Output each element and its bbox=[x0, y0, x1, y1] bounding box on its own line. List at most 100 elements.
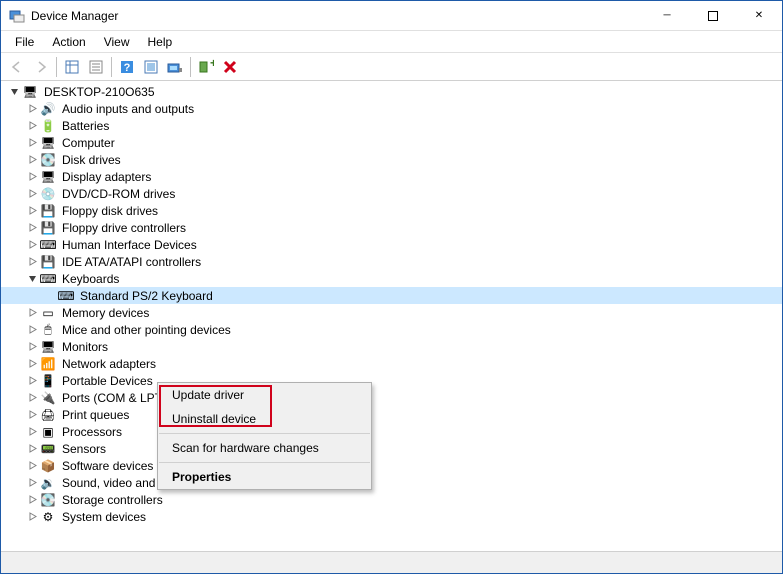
ctx-separator bbox=[159, 433, 370, 434]
expand-icon[interactable] bbox=[25, 152, 40, 167]
maximize-button[interactable] bbox=[690, 1, 736, 30]
ports-icon: 🔌 bbox=[40, 390, 56, 406]
computer-icon: 🖥 bbox=[40, 135, 56, 151]
ctx-scan-hardware[interactable]: Scan for hardware changes bbox=[158, 436, 371, 460]
device-category[interactable]: 🖥Computer bbox=[1, 134, 782, 151]
expand-icon[interactable] bbox=[25, 118, 40, 133]
expand-icon[interactable] bbox=[25, 101, 40, 116]
device-category[interactable]: 🖥Display adapters bbox=[1, 168, 782, 185]
back-button[interactable] bbox=[5, 55, 29, 79]
collapse-icon[interactable] bbox=[7, 84, 22, 99]
device-item[interactable]: ⌨Standard PS/2 Keyboard bbox=[1, 287, 782, 304]
node-label: DESKTOP-210O635 bbox=[42, 85, 157, 99]
window-controls: ─ ✕ bbox=[644, 1, 782, 30]
device-category[interactable]: 🖨Print queues bbox=[1, 406, 782, 423]
device-category[interactable]: 📟Sensors bbox=[1, 440, 782, 457]
device-category[interactable]: 💽Storage controllers bbox=[1, 491, 782, 508]
expand-icon[interactable] bbox=[25, 424, 40, 439]
ctx-update-driver[interactable]: Update driver bbox=[158, 383, 371, 407]
collapse-icon[interactable] bbox=[25, 271, 40, 286]
expand-icon[interactable] bbox=[25, 203, 40, 218]
node-label: Network adapters bbox=[60, 357, 158, 371]
device-category[interactable]: 🖥DESKTOP-210O635 bbox=[1, 83, 782, 100]
device-category[interactable]: ▣Processors bbox=[1, 423, 782, 440]
expand-icon[interactable] bbox=[25, 492, 40, 507]
device-category[interactable]: ⌨ Human Interface Devices bbox=[1, 236, 782, 253]
expand-icon[interactable] bbox=[25, 356, 40, 371]
node-label: Keyboards bbox=[60, 272, 121, 286]
node-label: Human Interface Devices bbox=[60, 238, 199, 252]
expand-icon[interactable] bbox=[25, 220, 40, 235]
node-label: Processors bbox=[60, 425, 124, 439]
expand-icon[interactable] bbox=[25, 407, 40, 422]
portable-icon: 📱 bbox=[40, 373, 56, 389]
hid-icon: ⌨ bbox=[40, 237, 56, 253]
expand-icon[interactable] bbox=[25, 169, 40, 184]
expand-icon[interactable] bbox=[25, 458, 40, 473]
device-category[interactable]: 💾Floppy drive controllers bbox=[1, 219, 782, 236]
device-category[interactable]: ⚙System devices bbox=[1, 508, 782, 525]
keyboard-icon: ⌨ bbox=[58, 288, 74, 304]
system-icon: ⚙ bbox=[40, 509, 56, 525]
storage-icon: 💽 bbox=[40, 492, 56, 508]
toolbar-separator bbox=[190, 57, 191, 77]
svg-text:+: + bbox=[210, 59, 214, 70]
menu-action[interactable]: Action bbox=[44, 34, 93, 50]
device-category[interactable]: 📶 Network adapters bbox=[1, 355, 782, 372]
close-button[interactable]: ✕ bbox=[736, 1, 782, 30]
device-category[interactable]: 🔉Sound, video and game controllers bbox=[1, 474, 782, 491]
device-category[interactable]: 🔊Audio inputs and outputs bbox=[1, 100, 782, 117]
toolbar: ? + bbox=[1, 53, 782, 81]
uninstall-button[interactable] bbox=[218, 55, 242, 79]
battery-icon: 🔋 bbox=[40, 118, 56, 134]
menu-help[interactable]: Help bbox=[140, 34, 181, 50]
expand-icon[interactable] bbox=[25, 475, 40, 490]
node-label: Display adapters bbox=[60, 170, 153, 184]
disk-icon: 💽 bbox=[40, 152, 56, 168]
device-category[interactable]: 🖱Mice and other pointing devices bbox=[1, 321, 782, 338]
expand-icon[interactable] bbox=[25, 339, 40, 354]
device-category[interactable]: ▭Memory devices bbox=[1, 304, 782, 321]
node-label: Floppy disk drives bbox=[60, 204, 160, 218]
scan-hardware-button[interactable] bbox=[163, 55, 187, 79]
menu-view[interactable]: View bbox=[96, 34, 138, 50]
device-category[interactable]: 🔋Batteries bbox=[1, 117, 782, 134]
toolbar-separator bbox=[56, 57, 57, 77]
expand-icon[interactable] bbox=[25, 305, 40, 320]
update-driver-button[interactable] bbox=[139, 55, 163, 79]
add-legacy-button[interactable]: + bbox=[194, 55, 218, 79]
device-category[interactable]: 💾Floppy disk drives bbox=[1, 202, 782, 219]
expand-icon[interactable] bbox=[25, 186, 40, 201]
node-label: Floppy drive controllers bbox=[60, 221, 188, 235]
device-category[interactable]: 💿DVD/CD-ROM drives bbox=[1, 185, 782, 202]
device-category[interactable]: 💽Disk drives bbox=[1, 151, 782, 168]
expand-icon[interactable] bbox=[25, 135, 40, 150]
expand-icon[interactable] bbox=[25, 373, 40, 388]
menu-file[interactable]: File bbox=[7, 34, 42, 50]
expand-icon[interactable] bbox=[25, 254, 40, 269]
help-button[interactable]: ? bbox=[115, 55, 139, 79]
device-tree[interactable]: 🖥DESKTOP-210O635🔊Audio inputs and output… bbox=[1, 81, 782, 551]
expand-icon[interactable] bbox=[25, 237, 40, 252]
network-icon: 📶 bbox=[40, 356, 56, 372]
audio-icon: 🔊 bbox=[40, 101, 56, 117]
expand-icon[interactable] bbox=[25, 509, 40, 524]
device-category[interactable]: 🔌Ports (COM & LPT) bbox=[1, 389, 782, 406]
device-category[interactable]: 📦Software devices bbox=[1, 457, 782, 474]
ide-icon: 💾 bbox=[40, 254, 56, 270]
expand-icon[interactable] bbox=[25, 441, 40, 456]
properties-button[interactable] bbox=[84, 55, 108, 79]
svg-text:?: ? bbox=[124, 62, 131, 74]
ctx-properties[interactable]: Properties bbox=[158, 465, 371, 489]
expand-icon[interactable] bbox=[25, 322, 40, 337]
device-category[interactable]: 📱Portable Devices bbox=[1, 372, 782, 389]
device-category[interactable]: ⌨Keyboards bbox=[1, 270, 782, 287]
device-category[interactable]: 🖥Monitors bbox=[1, 338, 782, 355]
expand-icon[interactable] bbox=[25, 390, 40, 405]
show-hidden-button[interactable] bbox=[60, 55, 84, 79]
ctx-uninstall-device[interactable]: Uninstall device bbox=[158, 407, 371, 431]
forward-button[interactable] bbox=[29, 55, 53, 79]
device-category[interactable]: 💾IDE ATA/ATAPI controllers bbox=[1, 253, 782, 270]
minimize-button[interactable]: ─ bbox=[644, 1, 690, 30]
menubar: File Action View Help bbox=[1, 31, 782, 53]
